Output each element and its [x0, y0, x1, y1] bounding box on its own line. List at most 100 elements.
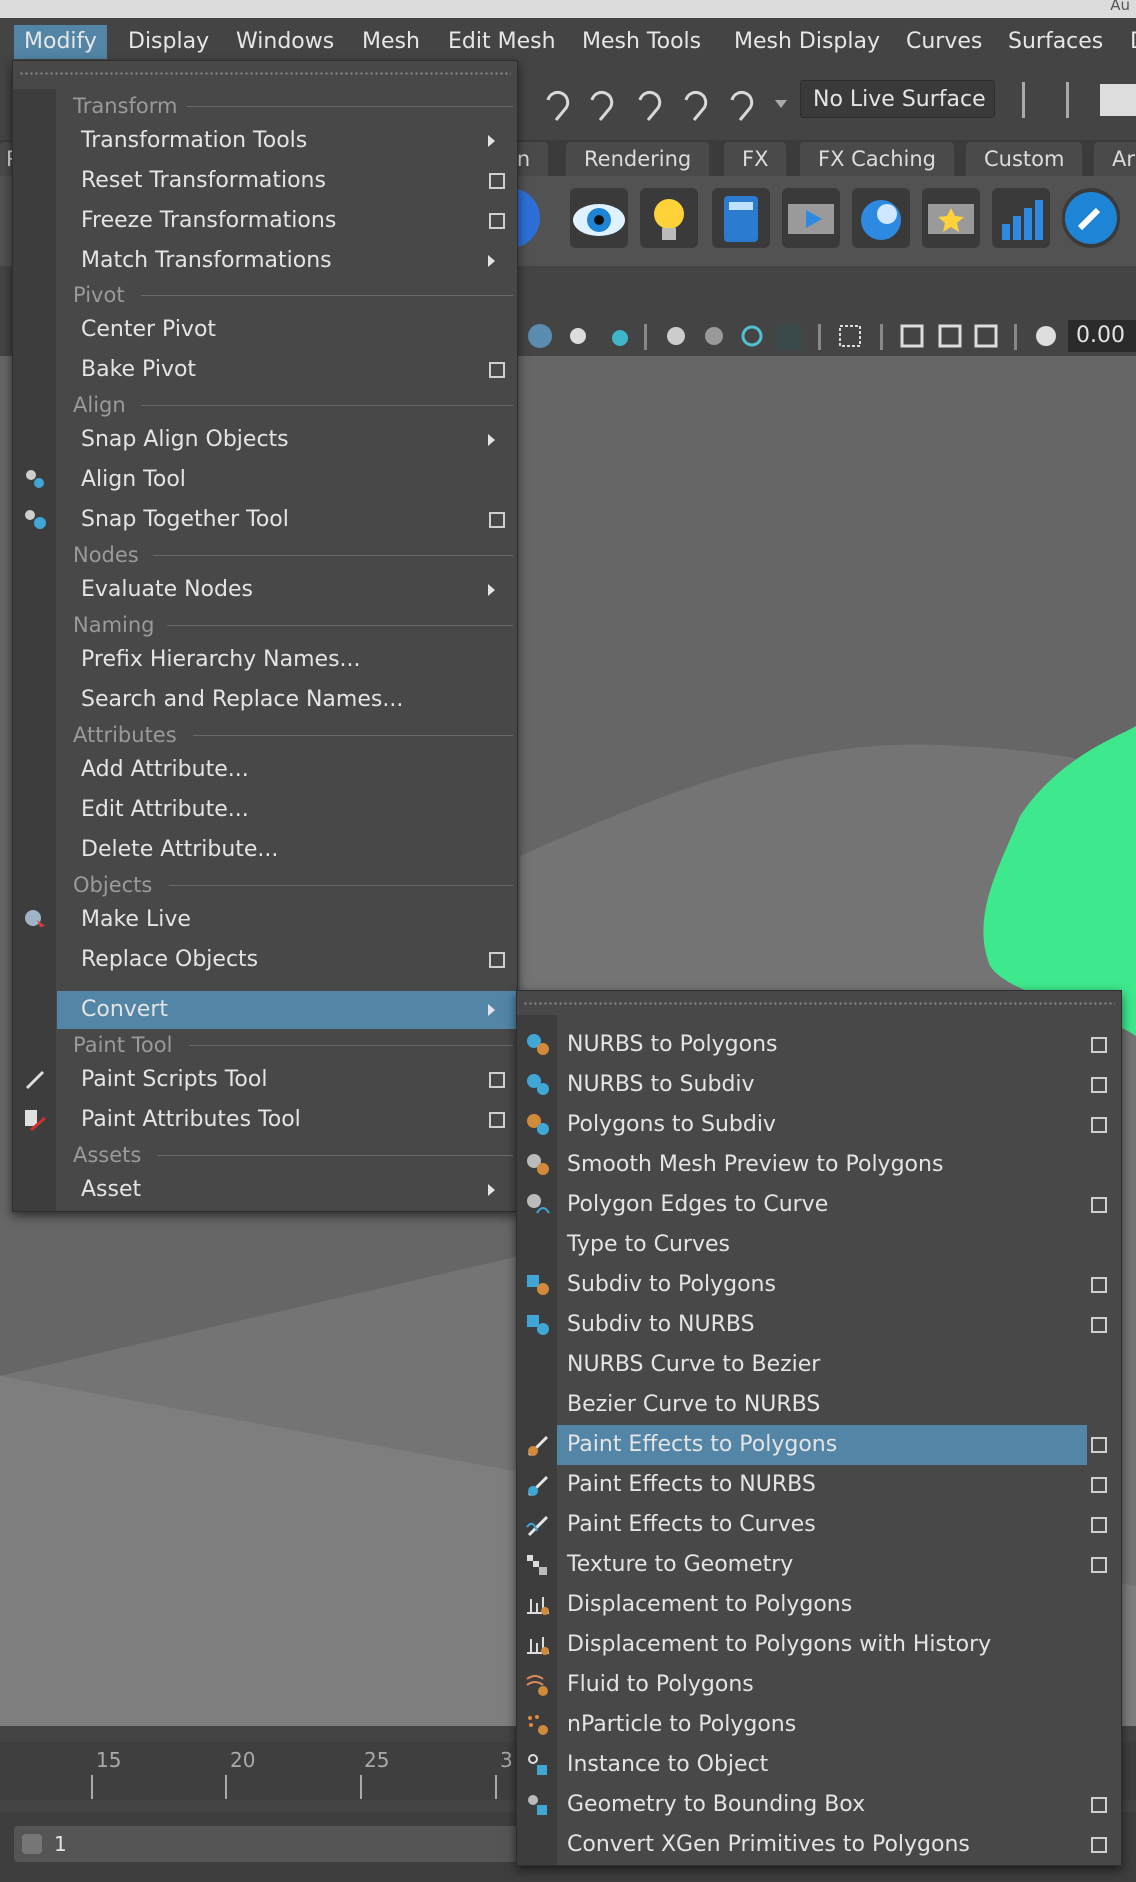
option-box-icon[interactable]: [1091, 1557, 1107, 1573]
tab-fx[interactable]: FX: [724, 142, 787, 176]
menu-surfaces[interactable]: Surfaces: [998, 25, 1113, 59]
menu-item-snap-align-objects[interactable]: Snap Align Objects: [57, 421, 517, 459]
menu-mesh-tools[interactable]: Mesh Tools: [572, 25, 711, 59]
menu-item-paint-attributes-tool[interactable]: Paint Attributes Tool: [57, 1101, 517, 1139]
menu-item-make-live[interactable]: Make Live: [57, 901, 517, 939]
option-box-icon[interactable]: [489, 1112, 505, 1128]
live-surface-field[interactable]: No Live Surface: [800, 80, 995, 118]
menu-item-center-pivot[interactable]: Center Pivot: [57, 311, 517, 349]
start-frame-value: 1: [54, 1832, 67, 1856]
convert-item-type-to-curves[interactable]: Type to Curves: [517, 1225, 1121, 1265]
convert-item-nurbs-to-polygons[interactable]: NURBS to Polygons: [517, 1025, 1121, 1065]
displacement-with-history-icon: [527, 1637, 549, 1655]
menu-truncated[interactable]: D: [1120, 25, 1136, 59]
menu-item-bake-pivot[interactable]: Bake Pivot: [57, 351, 517, 389]
convert-item-nurbs-to-subdiv[interactable]: NURBS to Subdiv: [517, 1065, 1121, 1105]
xray-active-icon: [974, 324, 998, 348]
option-box-icon[interactable]: [489, 362, 505, 378]
convert-item-polygons-to-subdiv[interactable]: Polygons to Subdiv: [517, 1105, 1121, 1145]
convert-item-displacement-with-history[interactable]: Displacement to Polygons with History: [517, 1625, 1121, 1665]
option-box-icon[interactable]: [1091, 1117, 1107, 1133]
convert-item-nurbs-curve-to-bezier[interactable]: NURBS Curve to Bezier: [517, 1345, 1121, 1385]
option-box-icon[interactable]: [1091, 1317, 1107, 1333]
option-box-icon[interactable]: [1091, 1797, 1107, 1813]
section-pivot: Pivot: [57, 280, 517, 310]
menu-display[interactable]: Display: [118, 25, 219, 59]
tab-fx-caching[interactable]: FX Caching: [800, 142, 955, 176]
snap-surface-icon: [684, 90, 708, 121]
convert-item-instance-to-object[interactable]: Instance to Object: [517, 1745, 1121, 1785]
menu-edit-mesh[interactable]: Edit Mesh: [438, 25, 566, 59]
menu-modify[interactable]: Modify: [14, 25, 107, 59]
render-sequence-icon[interactable]: [782, 188, 840, 248]
arnold-icon[interactable]: [1062, 188, 1120, 248]
menu-item-replace-objects[interactable]: Replace Objects: [57, 941, 517, 979]
convert-item-bezier-curve-to-nurbs[interactable]: Bezier Curve to NURBS: [517, 1385, 1121, 1425]
option-box-icon[interactable]: [1091, 1517, 1107, 1533]
submenu-arrow-icon: [488, 255, 495, 267]
menu-item-edit-attribute[interactable]: Edit Attribute...: [57, 791, 517, 829]
tear-off-grip[interactable]: [19, 71, 511, 77]
option-box-icon[interactable]: [489, 512, 505, 528]
menu-item-paint-scripts-tool[interactable]: Paint Scripts Tool: [57, 1061, 517, 1099]
option-box-icon[interactable]: [489, 213, 505, 229]
menu-item-asset[interactable]: Asset: [57, 1171, 517, 1209]
snap-icon: [546, 90, 754, 121]
separator-icon: [644, 324, 647, 350]
convert-item-subdiv-to-nurbs[interactable]: Subdiv to NURBS: [517, 1305, 1121, 1345]
convert-item-geometry-to-bounding-box[interactable]: Geometry to Bounding Box: [517, 1785, 1121, 1825]
option-box-icon[interactable]: [1091, 1037, 1107, 1053]
menu-mesh-display[interactable]: Mesh Display: [724, 25, 890, 59]
menu-item-prefix-hierarchy-names[interactable]: Prefix Hierarchy Names...: [57, 641, 517, 679]
option-box-icon[interactable]: [1091, 1477, 1107, 1493]
menu-mesh[interactable]: Mesh: [352, 25, 430, 59]
tab-custom[interactable]: Custom: [966, 142, 1083, 176]
menu-item-match-transformations[interactable]: Match Transformations: [57, 242, 517, 280]
separator-icon: [1014, 324, 1017, 350]
option-box-icon[interactable]: [1091, 1437, 1107, 1453]
convert-item-paint-effects-to-curves[interactable]: Paint Effects to Curves: [517, 1505, 1121, 1545]
render-settings-icon[interactable]: [922, 188, 980, 248]
render-view-icon[interactable]: [852, 188, 910, 248]
menu-item-freeze-transformations[interactable]: Freeze Transformations: [57, 202, 517, 240]
tear-off-grip[interactable]: [523, 1001, 1115, 1007]
menu-curves[interactable]: Curves: [896, 25, 992, 59]
tab-arnold[interactable]: Ar: [1094, 142, 1136, 176]
option-box-icon[interactable]: [489, 1072, 505, 1088]
convert-item-paint-effects-to-polygons[interactable]: Paint Effects to Polygons: [517, 1425, 1121, 1465]
convert-item-texture-to-geometry[interactable]: Texture to Geometry: [517, 1545, 1121, 1585]
menu-item-align-tool[interactable]: Align Tool: [57, 461, 517, 499]
exposure-field[interactable]: 0.00: [1068, 320, 1136, 352]
convert-item-smooth-mesh-preview[interactable]: Smooth Mesh Preview to Polygons: [517, 1145, 1121, 1185]
convert-item-subdiv-to-polygons[interactable]: Subdiv to Polygons: [517, 1265, 1121, 1305]
option-box-icon[interactable]: [489, 173, 505, 189]
convert-item-fluid-to-polygons[interactable]: Fluid to Polygons: [517, 1665, 1121, 1705]
convert-item-displacement-to-polygons[interactable]: Displacement to Polygons: [517, 1585, 1121, 1625]
calculator-icon[interactable]: [712, 188, 770, 248]
menu-item-search-replace-names[interactable]: Search and Replace Names...: [57, 681, 517, 719]
convert-item-nparticle-to-polygons[interactable]: nParticle to Polygons: [517, 1705, 1121, 1745]
option-box-icon[interactable]: [1091, 1077, 1107, 1093]
eye-icon[interactable]: [570, 188, 628, 248]
convert-item-polygon-edges-to-curve[interactable]: Polygon Edges to Curve: [517, 1185, 1121, 1225]
bar-chart-icon[interactable]: [992, 188, 1050, 248]
tab-rendering[interactable]: Rendering: [566, 142, 710, 176]
option-box-icon[interactable]: [1091, 1197, 1107, 1213]
convert-item-paint-effects-to-nurbs[interactable]: Paint Effects to NURBS: [517, 1465, 1121, 1505]
menu-item-delete-attribute[interactable]: Delete Attribute...: [57, 831, 517, 869]
menu-item-add-attribute[interactable]: Add Attribute...: [57, 751, 517, 789]
polygons-to-subdiv-icon: [527, 1114, 549, 1135]
menu-windows[interactable]: Windows: [226, 25, 344, 59]
menu-item-reset-transformations[interactable]: Reset Transformations: [57, 162, 517, 200]
menu-item-evaluate-nodes[interactable]: Evaluate Nodes: [57, 571, 517, 609]
start-frame-field[interactable]: 1: [14, 1826, 534, 1862]
option-box-icon[interactable]: [1091, 1277, 1107, 1293]
menu-item-transformation-tools[interactable]: Transformation Tools: [57, 122, 517, 160]
option-box-icon[interactable]: [489, 952, 505, 968]
option-box-icon[interactable]: [1091, 1837, 1107, 1853]
light-bulb-icon[interactable]: [640, 188, 698, 248]
timeline-tick: [91, 1775, 93, 1799]
menu-item-convert[interactable]: Convert: [57, 991, 517, 1029]
convert-item-xgen-primitives[interactable]: Convert XGen Primitives to Polygons: [517, 1825, 1121, 1865]
menu-item-snap-together-tool[interactable]: Snap Together Tool: [57, 501, 517, 539]
